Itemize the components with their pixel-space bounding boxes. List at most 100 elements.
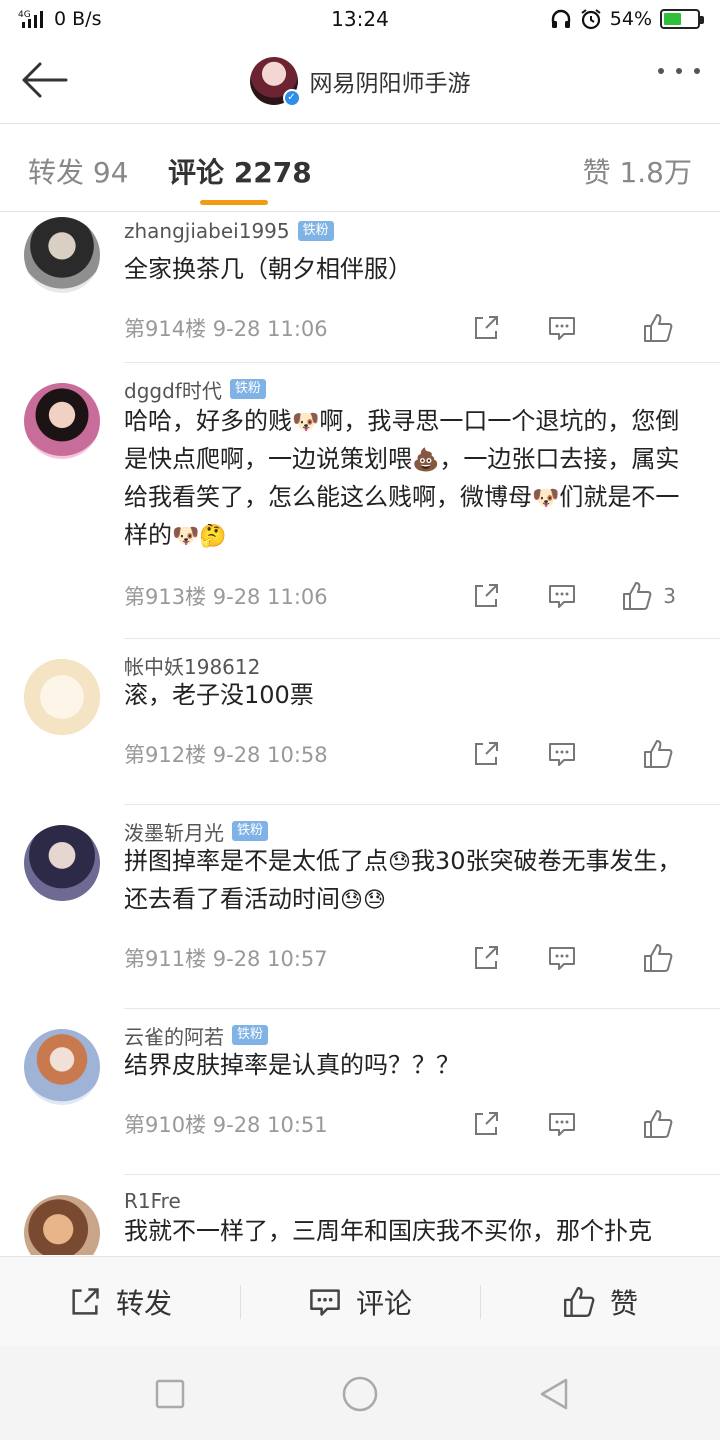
comment-text: 全家换茶几（朝夕相伴服） — [124, 255, 412, 283]
poop-emoji-icon: 💩 — [412, 448, 440, 473]
verified-icon: ✓ — [282, 88, 301, 107]
home-icon[interactable] — [340, 1374, 380, 1414]
dog-emoji-icon: 🐶 — [292, 410, 320, 435]
username[interactable]: 泼墨斩月光 — [124, 817, 224, 846]
tab-repost[interactable]: 转发 94 — [28, 151, 129, 191]
dog-emoji-icon: 🐶 — [172, 524, 200, 549]
share-button[interactable] — [448, 571, 524, 621]
avatar[interactable] — [24, 825, 100, 901]
fan-badge: 铁粉 — [297, 221, 334, 241]
comment-meta: 第910楼 9-28 10:51 — [124, 1113, 328, 1137]
comment-item: zhangjiabei1995 铁粉 全家换茶几（朝夕相伴服） 第914楼 9-… — [0, 213, 720, 363]
username[interactable]: zhangjiabei1995 — [124, 219, 290, 243]
avatar[interactable]: ✓ — [249, 56, 301, 107]
username[interactable]: 云雀的阿若 — [124, 1021, 224, 1050]
like-button[interactable]: 3 — [600, 571, 700, 621]
recent-apps-icon[interactable] — [150, 1374, 190, 1414]
account-title[interactable]: ✓ 网易阴阳师手游 — [249, 56, 471, 107]
like-post-button[interactable]: 赞 — [480, 1257, 720, 1346]
bottom-toolbar: 转发 评论 赞 — [0, 1256, 720, 1346]
comment-text-part: 哈哈，好多的贱 — [124, 407, 292, 435]
thumbs-up-icon — [644, 740, 673, 768]
reply-button[interactable] — [524, 933, 600, 983]
avatar[interactable] — [24, 1195, 100, 1255]
comment-item: 帐中妖198612 滚，老子没100票 第912楼 9-28 10:58 — [0, 639, 720, 805]
username[interactable]: 帐中妖198612 — [124, 651, 260, 680]
thumbs-up-icon — [644, 314, 673, 342]
back-triangle-icon[interactable] — [534, 1374, 574, 1414]
avatar[interactable] — [24, 383, 100, 459]
comment-item: 泼墨斩月光 铁粉 拼图掉率是不是太低了点😓我30张突破卷无事发生，还去看了看活动… — [0, 805, 720, 1009]
status-right: 54% — [550, 8, 704, 30]
comment-meta: 第911楼 9-28 10:57 — [124, 947, 328, 971]
repost-label: 转发 — [115, 1286, 172, 1320]
like-button[interactable] — [600, 1099, 700, 1149]
comment-meta: 第913楼 9-28 11:06 — [124, 585, 328, 609]
share-button[interactable] — [448, 303, 524, 353]
thumbs-up-icon — [644, 1110, 673, 1138]
comment-text: 滚，老子没100票 — [124, 681, 314, 709]
comment-icon — [549, 1113, 575, 1136]
thumbs-up-icon — [564, 1286, 595, 1317]
battery-icon — [660, 9, 704, 29]
share-button[interactable] — [448, 1099, 524, 1149]
tab-comment[interactable]: 评论 2278 — [168, 151, 312, 191]
battery-fill — [664, 13, 682, 25]
comment-icon — [310, 1288, 340, 1316]
reply-button[interactable] — [524, 729, 600, 779]
status-bar: 4G 0 B/s 13:24 54% — [0, 0, 720, 38]
share-icon — [475, 742, 498, 765]
comment-label: 评论 — [355, 1286, 412, 1320]
like-button[interactable] — [600, 933, 700, 983]
comment-icon — [549, 743, 575, 766]
username[interactable]: R1Fre — [124, 1189, 181, 1213]
comment-item: R1Fre 我就不一样了，三周年和国庆我不买你，那个扑克 — [0, 1175, 720, 1255]
comment-text: 哈哈，好多的贱🐶啊，我寻思一口一个退坑的，您倒是快点爬啊，一边说策划喂💩，一边张… — [124, 403, 700, 555]
avatar[interactable] — [24, 217, 100, 293]
battery-percent: 54% — [609, 8, 652, 30]
like-count: 3 — [663, 584, 676, 608]
reply-button[interactable] — [524, 571, 600, 621]
back-arrow-icon[interactable] — [18, 58, 70, 102]
more-options-icon[interactable] — [658, 68, 700, 74]
comment-meta: 第914楼 9-28 11:06 — [124, 317, 328, 341]
avatar[interactable] — [24, 1029, 100, 1105]
repost-button[interactable]: 转发 — [0, 1257, 240, 1346]
sweat-emoji-icon: 😓 — [340, 888, 363, 913]
like-button[interactable] — [600, 303, 700, 353]
status-left: 4G 0 B/s — [18, 8, 101, 30]
comment-button[interactable]: 评论 — [240, 1257, 480, 1346]
thumbs-up-icon — [644, 944, 673, 972]
fan-badge: 铁粉 — [232, 1025, 269, 1045]
comment-icon — [549, 317, 575, 340]
thinking-emoji-icon: 🤔 — [199, 524, 227, 549]
headphones-icon — [551, 9, 570, 28]
comment-item: 云雀的阿若 铁粉 结界皮肤掉率是认真的吗？？？ 第910楼 9-28 10:51 — [0, 1009, 720, 1175]
share-icon — [72, 1287, 99, 1315]
fan-badge: 铁粉 — [229, 379, 266, 399]
system-nav-bar — [0, 1346, 720, 1440]
reply-button[interactable] — [524, 303, 600, 353]
comment-list[interactable]: zhangjiabei1995 铁粉 全家换茶几（朝夕相伴服） 第914楼 9-… — [0, 213, 720, 1255]
dog-emoji-icon: 🐶 — [532, 486, 560, 511]
thumbs-up-icon — [623, 582, 652, 610]
tab-like[interactable]: 赞 1.8万 — [583, 151, 692, 191]
alarm-icon — [581, 9, 601, 30]
username[interactable]: dggdf时代 — [124, 375, 222, 404]
share-button[interactable] — [448, 729, 524, 779]
tab-bar: 转发 94 评论 2278 赞 1.8万 — [0, 124, 720, 212]
comment-text: 我就不一样了，三周年和国庆我不买你，那个扑克 — [124, 1217, 652, 1245]
comment-icon — [549, 585, 575, 608]
share-icon — [475, 584, 498, 607]
like-label: 赞 — [609, 1286, 638, 1320]
comment-meta: 第912楼 9-28 10:58 — [124, 743, 328, 767]
network-speed: 0 B/s — [54, 8, 102, 30]
avatar[interactable] — [24, 659, 100, 735]
reply-button[interactable] — [524, 1099, 600, 1149]
comment-text-part: 拼图掉率是不是太低了点 — [124, 847, 388, 875]
header: ✓ 网易阴阳师手游 — [0, 38, 720, 124]
like-button[interactable] — [600, 729, 700, 779]
share-button[interactable] — [448, 933, 524, 983]
svg-text:4G: 4G — [18, 10, 31, 20]
fan-badge: 铁粉 — [232, 821, 269, 841]
